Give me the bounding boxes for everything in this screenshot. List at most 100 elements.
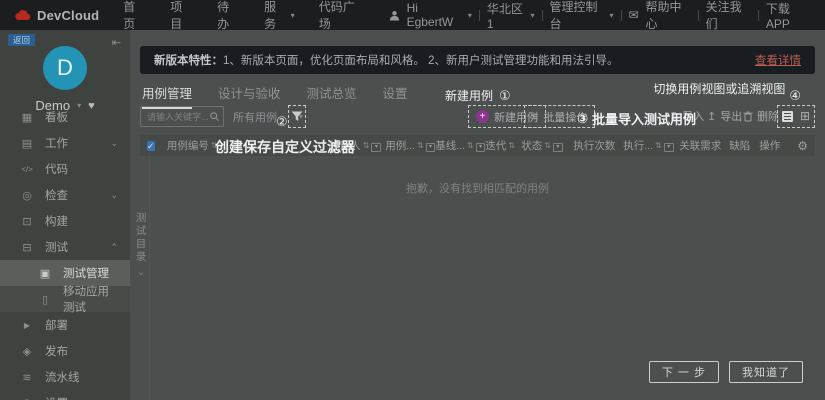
test-catalog-collapsed-panel[interactable]: 测试目录 ›: [134, 212, 148, 280]
settings-gear-icon: ⚙: [20, 397, 34, 400]
guide-step-4: 切换用例视图或追溯视图 ④: [653, 80, 801, 104]
download-app-link[interactable]: 下载APP: [766, 0, 811, 31]
column-filter-icon[interactable]: ▾: [476, 143, 486, 152]
chevron-down-icon: ⌄: [110, 138, 118, 149]
sort-icon: ⇅: [508, 141, 515, 150]
help-center-link[interactable]: 帮助中心: [646, 0, 691, 32]
guide-step-3: ③ 批量导入测试用例: [577, 109, 696, 128]
column-settings-gear-icon[interactable]: ⚙: [797, 139, 808, 153]
sidebar-item-build[interactable]: ⊡ 构建: [0, 208, 130, 234]
user-menu[interactable]: Hi EgbertW▾: [407, 1, 472, 29]
trash-icon: [743, 111, 753, 122]
filter-funnel-button[interactable]: [288, 105, 306, 128]
cloud-logo-icon: [14, 9, 31, 21]
project-avatar[interactable]: D: [43, 46, 87, 90]
chevron-down-icon: ▾: [468, 11, 472, 20]
divider: [621, 10, 622, 21]
column-filter-icon[interactable]: ▾: [426, 143, 436, 152]
test-management-icon: ▣: [38, 267, 52, 280]
guide-step-2: 创建保存自定义过滤器: [215, 137, 355, 157]
chevron-right-icon: ›: [135, 267, 148, 281]
guide-badge-4: ④: [789, 88, 801, 104]
devcloud-logo[interactable]: DevCloud: [14, 8, 99, 23]
column-header-status[interactable]: 状态⇅ ▾: [521, 138, 573, 153]
nav-home[interactable]: 首页: [123, 0, 146, 32]
search-icon[interactable]: [210, 112, 219, 121]
guide-actions: 下 一 步 我知道了: [649, 361, 803, 383]
nav-code-plaza[interactable]: 代码广场: [319, 0, 365, 32]
guide-badge-2: ②: [276, 114, 288, 130]
sidebar-item-deploy[interactable]: ▶ 部署: [0, 312, 130, 338]
region-selector[interactable]: 华北区1▾: [487, 0, 535, 31]
nav-services[interactable]: 服务▾: [264, 0, 295, 32]
grid-view-icon[interactable]: ⊞: [800, 111, 810, 122]
pipeline-icon: ≋: [20, 371, 34, 384]
sidebar-item-work[interactable]: ▤ 工作 ⌄: [0, 130, 130, 156]
view-toggle-group: ⊞: [777, 105, 815, 128]
chevron-down-icon: ⌄: [110, 190, 118, 201]
back-badge[interactable]: 返回: [8, 34, 35, 46]
guide-badge-3: ③: [577, 111, 588, 127]
column-header-exec-count[interactable]: 执行次数: [573, 138, 623, 153]
main-content: 新版本特性： 1、新版本页面，优化页面布局和风格。 2、新用户测试管理功能和用法…: [130, 30, 825, 400]
follow-us-link[interactable]: 关注我们: [706, 0, 751, 32]
chevron-down-icon: ▾: [291, 11, 295, 20]
sidebar-item-code[interactable]: </> 代码: [0, 156, 130, 182]
build-icon: ⊡: [20, 215, 34, 228]
delete-button[interactable]: 删除: [743, 108, 779, 124]
code-icon: </>: [20, 165, 34, 174]
banner-text: 1、新版本页面，优化页面布局和风格。 2、新用户测试管理功能和用法引导。: [223, 52, 618, 68]
list-view-icon[interactable]: [782, 111, 793, 122]
column-filter-icon[interactable]: ▾: [553, 143, 563, 152]
kanban-icon: ▦: [20, 111, 34, 124]
sidebar-item-check[interactable]: ◎ 检查 ⌄: [0, 182, 130, 208]
topbar-right-cluster: Hi EgbertW▾ 华北区1▾ 管理控制台▾ ✉ 帮助中心 关注我们 下载A…: [389, 0, 811, 32]
column-header-requirements[interactable]: 关联需求: [679, 138, 729, 153]
user-icon: [389, 10, 400, 21]
empty-state-text: 抱歉，没有找到相匹配的用例: [130, 180, 825, 196]
console-menu[interactable]: 管理控制台▾: [549, 0, 613, 32]
sidebar-item-pipeline[interactable]: ≋ 流水线: [0, 364, 130, 390]
divider: [698, 10, 699, 21]
column-header-baseline[interactable]: 基线...⇅ ▾: [435, 138, 485, 153]
column-header-case[interactable]: 用例...⇅ ▾: [385, 138, 435, 153]
sidebar-item-release[interactable]: ◈ 发布: [0, 338, 130, 364]
column-header-iteration[interactable]: 迭代⇅: [485, 138, 521, 153]
deploy-icon: ▶: [20, 321, 34, 330]
column-header-exec[interactable]: 执行...⇅ ▾: [623, 138, 679, 153]
column-filter-icon[interactable]: ▾: [664, 143, 674, 152]
mobile-test-icon: ▯: [38, 293, 52, 306]
tab-settings[interactable]: 设置: [383, 83, 408, 109]
sort-icon: ⇅: [417, 141, 424, 150]
divider: [542, 10, 543, 21]
check-icon: ◎: [20, 189, 34, 202]
sidebar-item-mobile-app-test[interactable]: ▯ 移动应用测试: [0, 286, 130, 312]
column-filter-icon[interactable]: ▾: [371, 143, 381, 152]
message-envelope-icon[interactable]: ✉: [628, 8, 638, 22]
case-search-box: [140, 106, 224, 127]
select-all-checkbox[interactable]: ✓: [147, 141, 155, 151]
guide-got-it-button[interactable]: 我知道了: [729, 361, 803, 383]
work-icon: ▤: [20, 137, 34, 150]
project-sidebar: 返回 ⇤ D Demo ▾ ♥ ▦ 看板 ▤ 工作 ⌄ </> 代码 ◎ 检查 …: [0, 30, 130, 400]
sidebar-item-settings[interactable]: ⚙ 设置: [0, 390, 130, 400]
top-navigation-bar: DevCloud 首页 项目 待办 服务▾ 代码广场 Hi EgbertW▾ 华…: [0, 0, 825, 30]
column-header-defects[interactable]: 缺陷: [729, 138, 759, 153]
funnel-icon: [291, 111, 303, 122]
search-input[interactable]: [145, 111, 210, 123]
test-icon: ⊟: [20, 241, 34, 254]
chevron-up-icon: ⌃: [110, 242, 118, 253]
tab-test-overview[interactable]: 测试总览: [307, 83, 357, 109]
nav-projects[interactable]: 项目: [170, 0, 193, 32]
sidebar-item-kanban[interactable]: ▦ 看板: [0, 104, 130, 130]
view-details-link[interactable]: 查看详情: [755, 52, 801, 68]
nav-todo[interactable]: 待办: [217, 0, 240, 32]
collapse-sidebar-icon[interactable]: ⇤: [112, 36, 121, 49]
guide-next-button[interactable]: 下 一 步: [649, 361, 719, 383]
sidebar-item-test[interactable]: ⊟ 测试 ⌃: [0, 234, 130, 260]
guide-badge-1: ①: [499, 88, 511, 104]
logo-text: DevCloud: [37, 8, 99, 23]
export-button[interactable]: ↥ 导出: [707, 108, 742, 124]
release-icon: ◈: [20, 345, 34, 358]
export-icon: ↥: [707, 110, 716, 123]
